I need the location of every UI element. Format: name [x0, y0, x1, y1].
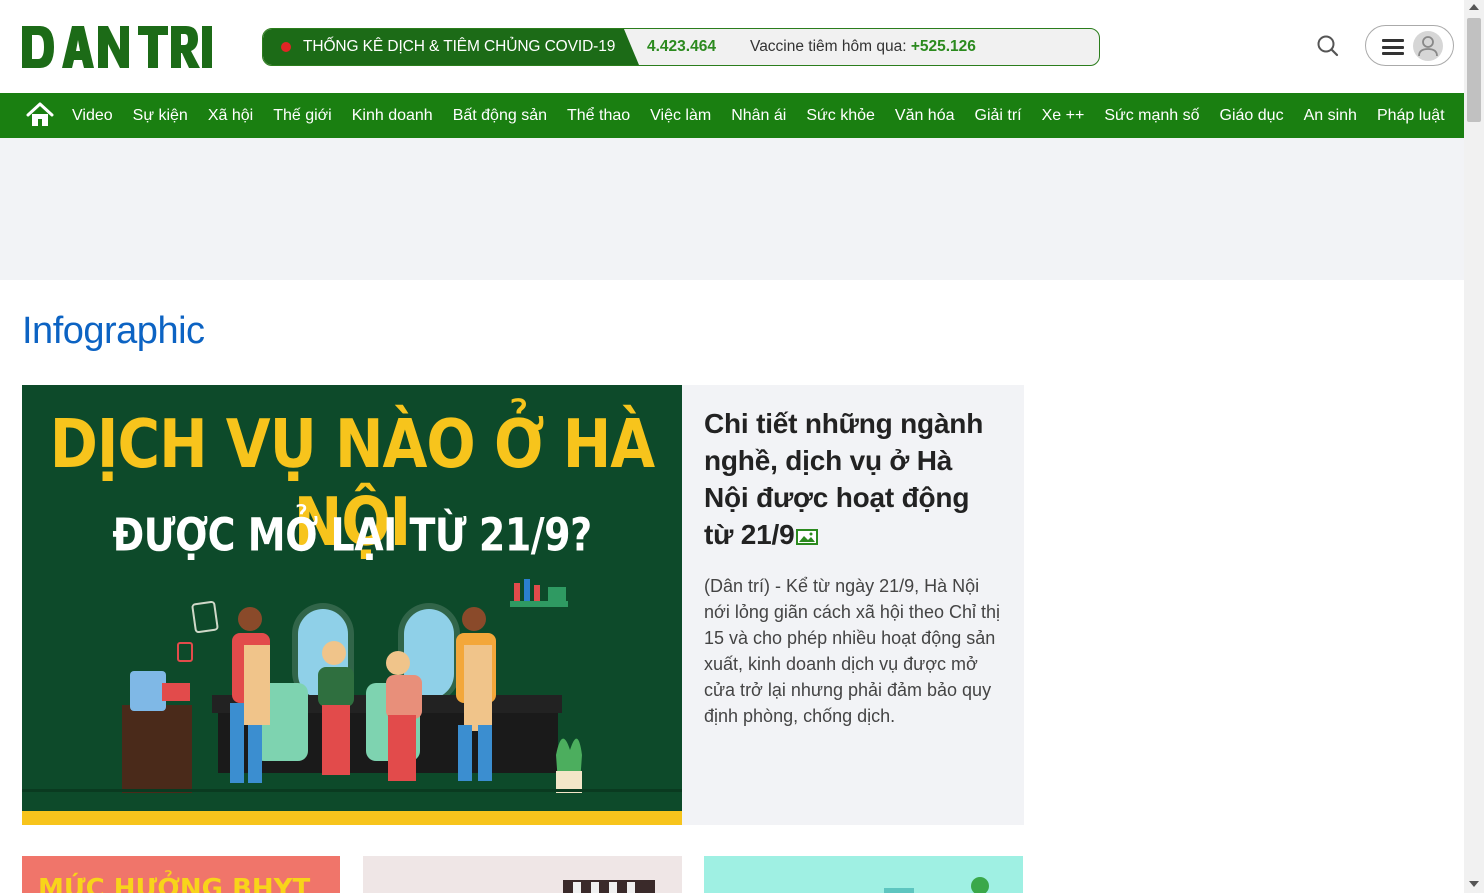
vaccine-yesterday: Vaccine tiêm hôm qua: +525.126 — [750, 38, 976, 56]
nav-item-nhan-ai[interactable]: Nhân ái — [721, 107, 796, 125]
image-headline-line2: ĐƯỢC MỞ LẠI TỪ 21/9? — [112, 508, 592, 562]
nav-item-the-thao[interactable]: Thể thao — [557, 107, 640, 125]
user-avatar-icon — [1413, 31, 1443, 61]
covid-stats-bar[interactable]: THỐNG KÊ DỊCH & TIÊM CHỦNG COVID-19 4.42… — [262, 28, 1100, 66]
main-nav: Video Sự kiện Xã hội Thế giới Kinh doanh… — [0, 93, 1464, 138]
card-image-illustration — [884, 877, 989, 893]
nav-item-giao-duc[interactable]: Giáo dục — [1210, 107, 1294, 125]
nav-item-van-hoa[interactable]: Văn hóa — [885, 107, 965, 125]
page-scrollbar[interactable] — [1464, 0, 1484, 893]
search-button[interactable] — [1314, 32, 1342, 60]
covid-label-text: THỐNG KÊ DỊCH & TIÊM CHỦNG COVID-19 — [303, 38, 616, 55]
nav-item-xa-hoi[interactable]: Xã hội — [198, 107, 263, 125]
nav-item-viec-lam[interactable]: Việc làm — [640, 107, 721, 125]
scroll-down-arrow-icon[interactable] — [1469, 881, 1479, 887]
nav-item-bat-dong-san[interactable]: Bất động sản — [443, 107, 557, 125]
covid-stats-label: THỐNG KÊ DỊCH & TIÊM CHỦNG COVID-19 — [263, 29, 639, 65]
nav-item-video[interactable]: Video — [62, 107, 123, 125]
nav-item-an-sinh[interactable]: An sinh — [1294, 107, 1367, 125]
scroll-up-arrow-icon[interactable] — [1469, 4, 1479, 10]
covid-case-count: 4.423.464 — [647, 38, 716, 55]
home-icon[interactable] — [26, 102, 54, 128]
featured-summary: (Dân trí) - Kể từ ngày 21/9, Hà Nội nới … — [704, 576, 1000, 726]
featured-text-block: Chi tiết những ngành nghề, dịch vụ ở Hà … — [704, 405, 1004, 729]
card-image-text: MỨC HƯỞNG BHYT — [38, 874, 311, 893]
nav-item-xe[interactable]: Xe ++ — [1032, 107, 1095, 125]
card-image-illustration — [563, 880, 655, 893]
nav-item-suc-manh-so[interactable]: Sức mạnh số — [1094, 107, 1209, 125]
featured-article: DỊCH VỤ NÀO Ở HÀ NỘI ĐƯỢC MỞ LẠI TỪ 21/9… — [22, 385, 1024, 825]
nav-item-su-kien[interactable]: Sự kiện — [123, 107, 198, 125]
nav-item-the-gioi[interactable]: Thế giới — [263, 107, 342, 125]
vaccine-label: Vaccine tiêm hôm qua: — [750, 38, 911, 55]
nav-item-giai-tri[interactable]: Giải trí — [965, 107, 1032, 125]
scroll-thumb[interactable] — [1467, 18, 1481, 122]
nav-items: Video Sự kiện Xã hội Thế giới Kinh doanh… — [62, 93, 1455, 138]
vaccine-value: +525.126 — [910, 38, 976, 55]
featured-image[interactable]: DỊCH VỤ NÀO Ở HÀ NỘI ĐƯỢC MỞ LẠI TỪ 21/9… — [22, 385, 682, 825]
hamburger-icon — [1382, 39, 1404, 55]
image-bottom-strip — [22, 811, 682, 825]
article-card-1[interactable]: MỨC HƯỞNG BHYT — [22, 856, 340, 893]
search-icon — [1317, 35, 1339, 57]
nav-item-kinh-doanh[interactable]: Kinh doanh — [342, 107, 443, 125]
featured-headline[interactable]: Chi tiết những ngành nghề, dịch vụ ở Hà … — [704, 405, 1004, 553]
account-menu-button[interactable] — [1365, 25, 1454, 66]
dantri-logo[interactable] — [22, 24, 214, 70]
article-card-2[interactable] — [363, 856, 682, 893]
article-card-3[interactable] — [704, 856, 1023, 893]
barbershop-illustration — [22, 579, 682, 793]
photo-gallery-icon — [796, 528, 819, 545]
nav-item-suc-khoe[interactable]: Sức khỏe — [796, 107, 885, 125]
nav-item-phap-luat[interactable]: Pháp luật — [1367, 107, 1455, 125]
section-title[interactable]: Infographic — [22, 310, 205, 353]
featured-headline-text: Chi tiết những ngành nghề, dịch vụ ở Hà … — [704, 408, 984, 550]
site-header: THỐNG KÊ DỊCH & TIÊM CHỦNG COVID-19 4.42… — [0, 0, 1464, 93]
live-dot-icon — [281, 42, 291, 52]
ad-banner-area — [0, 138, 1464, 280]
